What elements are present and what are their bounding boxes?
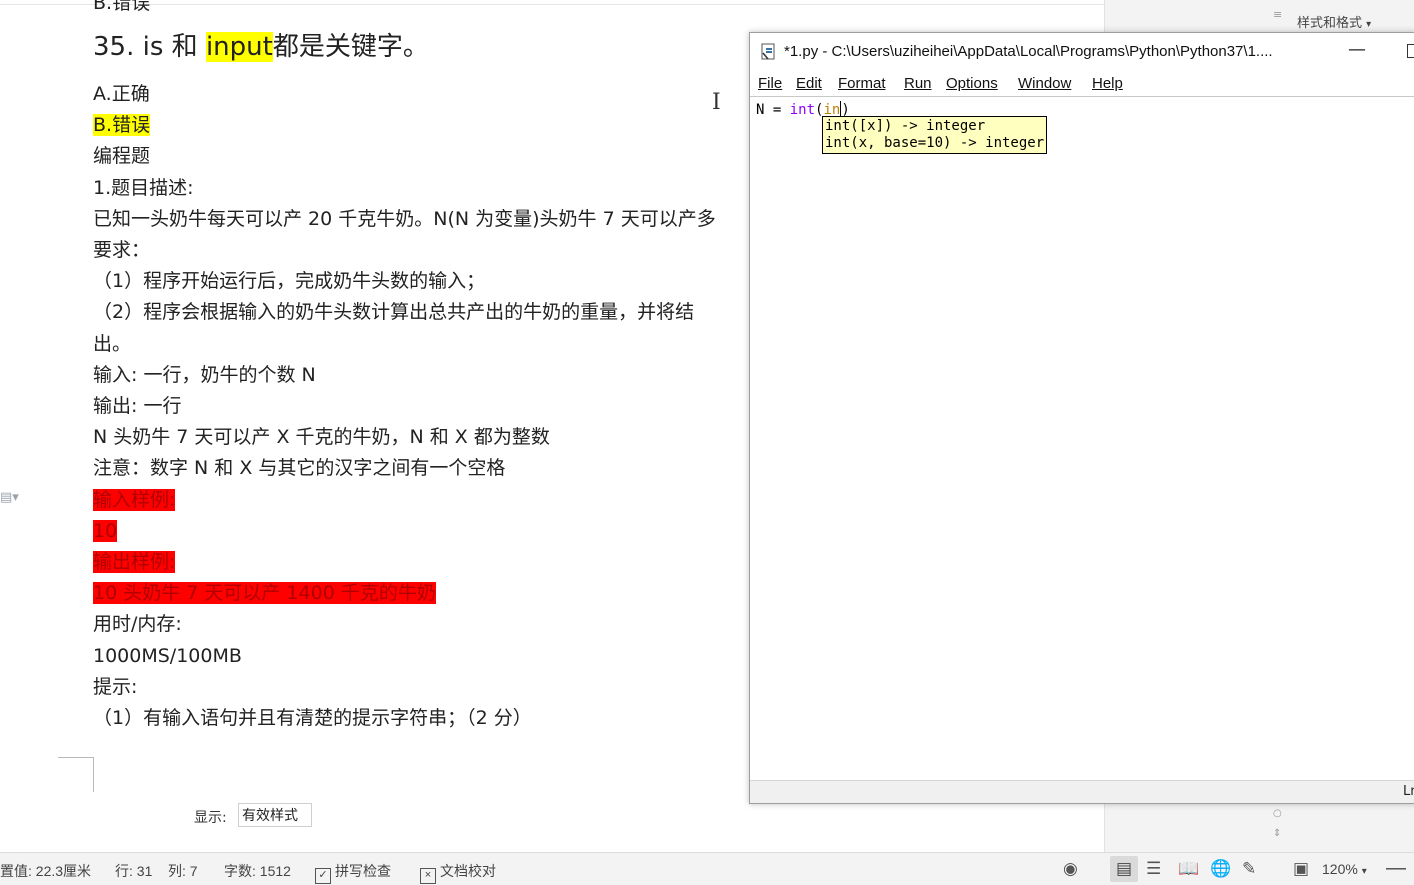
zoom-dropdown-icon: ▾: [1361, 866, 1367, 877]
spell-check-label: 拼写检查: [335, 863, 391, 879]
question-part2: 都是关键字。: [272, 32, 429, 62]
pane-grip-icon[interactable]: ≡: [1273, 8, 1282, 21]
page-view-button[interactable]: ▤: [1110, 856, 1138, 882]
word-statusbar: 置值: 22.3厘米 行: 31 列: 7 字数: 1512 ✓ 拼写检查 × 文档…: [0, 852, 1414, 885]
question-number: 35.: [93, 32, 135, 62]
option-b-highlight: B.错误: [93, 114, 151, 136]
show-label: 显示:: [194, 810, 227, 826]
idle-window-title: *1.py - C:\Users\uziheihei\AppData\Local…: [784, 43, 1273, 60]
web-view-icon[interactable]: 🌐: [1210, 859, 1231, 879]
doc-line: （2）程序会根据输入的奶牛头数计算出总共产出的牛奶的重量，并将结: [93, 301, 695, 323]
menu-file[interactable]: File: [758, 75, 782, 92]
menu-run-label: Run: [904, 75, 932, 92]
pane-dropdown-icon: ▾: [1366, 19, 1372, 30]
paste-options-icon[interactable]: ▤▾: [0, 490, 19, 505]
doc-line: 用时/内存:: [93, 613, 182, 635]
page-margin-mark: [58, 757, 94, 758]
menu-window-label: Window: [1018, 75, 1072, 92]
fit-page-icon[interactable]: ▣: [1293, 859, 1309, 879]
idle-titlebar[interactable]: *1.py - C:\Users\uziheihei\AppData\Local…: [750, 33, 1414, 71]
menu-format-label: Format: [838, 75, 886, 92]
pen-icon[interactable]: ✎: [1242, 859, 1256, 879]
menu-run[interactable]: Run: [904, 75, 932, 92]
calltip-tooltip: int([x]) -> integer int(x, base=10) -> in…: [822, 116, 1048, 154]
pane-expand-icon[interactable]: ⇕: [1273, 828, 1281, 839]
menu-edit[interactable]: Edit: [796, 75, 822, 92]
zoom-value: 120%: [1322, 861, 1358, 877]
code-prefix: N =: [756, 102, 790, 118]
sample-input-value: 10: [93, 519, 118, 543]
calltip-line: int(x, base=10) -> integer: [825, 135, 1045, 151]
zoom-out-icon[interactable]: —: [1386, 857, 1406, 880]
page-margin-mark: [93, 757, 94, 792]
highlighted-keyword: input: [205, 32, 273, 62]
section-title: 编程题: [93, 145, 151, 167]
sample-output-value-text: 10 头奶牛 7 天可以产 1400 千克的牛奶: [93, 582, 436, 604]
pane-title[interactable]: 样式和格式 ▾: [1297, 12, 1371, 31]
sample-input-value-text: 10: [93, 520, 118, 542]
code-builtin: int: [789, 102, 816, 118]
python-file-icon: [761, 43, 775, 60]
sample-output-label: 输出样例:: [93, 550, 176, 574]
option-a: A.正确: [93, 83, 150, 105]
maximize-icon[interactable]: [1407, 44, 1414, 58]
sample-input-label: 输入样例:: [93, 488, 176, 512]
doc-line: 出。: [93, 333, 132, 355]
reading-view-icon[interactable]: 📖: [1178, 859, 1199, 879]
zoom-select[interactable]: 120% ▾: [1322, 861, 1367, 877]
line-number-status: Ln: [1403, 784, 1414, 799]
menu-edit-label: Edit: [796, 75, 822, 92]
sample-output-value: 10 头奶牛 7 天可以产 1400 千克的牛奶: [93, 581, 436, 605]
idle-menubar: File Edit Format Run Options Window Help: [750, 71, 1414, 97]
show-style-select[interactable]: 有效样式: [238, 803, 312, 827]
col-status[interactable]: 列: 7: [168, 861, 198, 881]
spell-check-button[interactable]: ✓ 拼写检查: [315, 861, 391, 884]
code-editor[interactable]: N = int(in) int([x]) -> integer int(x, ba…: [750, 96, 1414, 781]
menu-help-label: Help: [1092, 75, 1123, 92]
pane-title-text: 样式和格式: [1297, 16, 1363, 31]
question-part1: is 和: [142, 32, 198, 62]
pane-scroll-knob-icon[interactable]: ○: [1273, 808, 1282, 819]
outline-view-icon[interactable]: ☰: [1146, 859, 1161, 879]
row-status[interactable]: 行: 31: [115, 861, 152, 881]
doc-line: 提示:: [93, 676, 138, 698]
menu-file-label: File: [758, 75, 783, 92]
idle-statusbar: Ln: [750, 780, 1414, 803]
question-title: 35. is 和 input都是关键字。: [93, 30, 429, 64]
page-top-edge: [0, 4, 1104, 5]
sample-input-label-text: 输入样例:: [93, 489, 176, 511]
menu-options[interactable]: Options: [946, 75, 998, 92]
doc-line: 1000MS/100MB: [93, 645, 242, 667]
calltip-line: int([x]) -> integer: [825, 118, 986, 134]
doc-line: 已知一头奶牛每天可以产 20 千克牛奶。N(N 为变量)头奶牛 7 天可以产多: [93, 208, 716, 230]
idle-editor-window[interactable]: *1.py - C:\Users\uziheihei\AppData\Local…: [749, 32, 1414, 804]
page-view-icon: ▤: [1116, 859, 1133, 879]
ibeam-cursor-icon: I: [712, 90, 721, 115]
doc-line: 1.题目描述:: [93, 177, 194, 199]
menu-options-label: Options: [946, 75, 998, 92]
doc-line: 输入: 一行，奶牛的个数 N: [93, 364, 316, 386]
option-b: B.错误: [93, 113, 151, 137]
doc-line: 要求：: [93, 239, 151, 261]
menu-window[interactable]: Window: [1018, 75, 1071, 92]
menu-help[interactable]: Help: [1092, 75, 1123, 92]
doc-line: N 头奶牛 7 天可以产 X 千克的牛奶，N 和 X 都为整数: [93, 426, 550, 448]
spell-check-icon: ✓: [315, 868, 331, 884]
sample-output-label-text: 输出样例:: [93, 551, 176, 573]
doc-check-icon: ×: [420, 868, 436, 884]
doc-line: 输出: 一行: [93, 395, 182, 417]
clipped-option-text: B.错误: [93, 0, 151, 14]
doc-line: 注意：数字 N 和 X 与其它的汉字之间有一个空格: [93, 457, 506, 479]
menu-format[interactable]: Format: [838, 75, 886, 92]
doc-check-label: 文档校对: [440, 863, 496, 879]
doc-check-button[interactable]: × 文档校对: [420, 861, 496, 884]
minimize-icon[interactable]: —: [1348, 39, 1366, 60]
doc-line: （1）程序开始运行后，完成奶牛头数的输入；: [93, 270, 486, 292]
eye-protection-icon[interactable]: ◉: [1063, 859, 1078, 879]
position-status[interactable]: 置值: 22.3厘米: [0, 861, 91, 881]
word-count-status[interactable]: 字数: 1512: [224, 861, 291, 881]
doc-line: （1）有输入语句并且有清楚的提示字符串；（2 分）: [93, 707, 532, 729]
